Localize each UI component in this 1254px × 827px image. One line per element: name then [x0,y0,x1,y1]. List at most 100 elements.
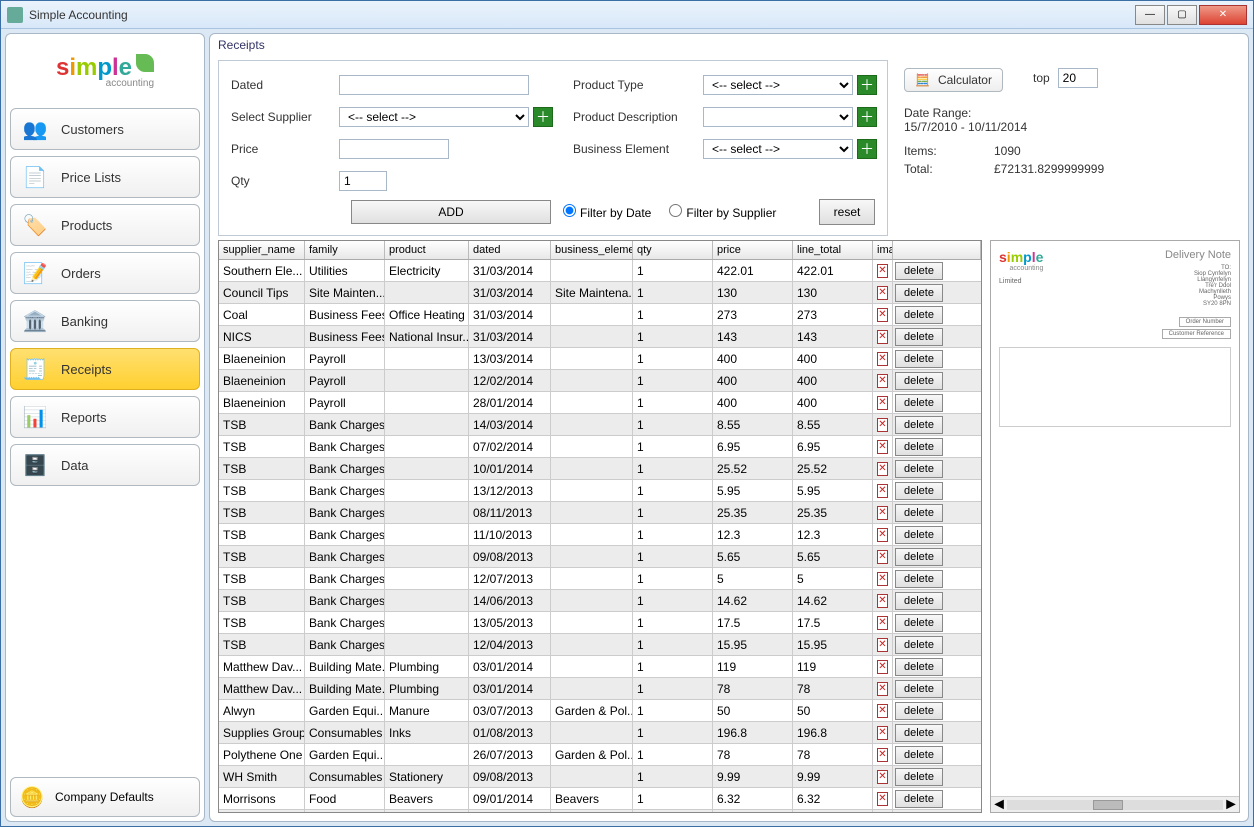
maximize-button[interactable]: ▢ [1167,5,1197,25]
top-input[interactable] [1058,68,1098,88]
supplier-select[interactable]: <-- select --> [339,107,529,127]
column-header[interactable]: dated [469,241,551,259]
filter-by-date-radio[interactable]: Filter by Date [563,204,651,220]
grid-body[interactable]: Southern Ele...UtilitiesElectricity31/03… [219,260,981,812]
table-row[interactable]: TSBBank Charges14/06/2013114.6214.62✕del… [219,590,981,612]
table-row[interactable]: BlaeneinionPayroll28/01/20141400400✕dele… [219,392,981,414]
table-row[interactable]: Supplies GroupConsumablesInks01/08/20131… [219,722,981,744]
price-input[interactable] [339,139,449,159]
delete-icon[interactable]: ✕ [877,792,888,806]
delete-button[interactable]: delete [895,350,943,368]
product-type-select[interactable]: <-- select --> [703,75,853,95]
sidebar-item-receipts[interactable]: 🧾Receipts [10,348,200,390]
table-row[interactable]: TSBBank Charges07/02/201416.956.95✕delet… [219,436,981,458]
close-button[interactable]: ✕ [1199,5,1247,25]
table-row[interactable]: Matthew Dav...Building Mate...Plumbing03… [219,656,981,678]
table-row[interactable]: TSBBank Charges11/10/2013112.312.3✕delet… [219,524,981,546]
delete-button[interactable]: delete [895,438,943,456]
table-row[interactable]: NICSBusiness FeesNational Insur...31/03/… [219,326,981,348]
delete-button[interactable]: delete [895,592,943,610]
delete-button[interactable]: delete [895,680,943,698]
delete-icon[interactable]: ✕ [877,682,888,696]
scroll-left-icon[interactable]: ◄ [991,796,1007,814]
table-row[interactable]: TSBBank Charges09/08/201315.655.65✕delet… [219,546,981,568]
filter-by-supplier-radio[interactable]: Filter by Supplier [669,204,776,220]
delete-button[interactable]: delete [895,262,943,280]
table-row[interactable]: MorrisonsFoodBeavers28/08/2013Beavers114… [219,810,981,812]
delete-button[interactable]: delete [895,504,943,522]
delete-icon[interactable]: ✕ [877,748,888,762]
business-element-select[interactable]: <-- select --> [703,139,853,159]
delete-button[interactable]: delete [895,570,943,588]
delete-icon[interactable]: ✕ [877,484,888,498]
delete-button[interactable]: delete [895,658,943,676]
delete-button[interactable]: delete [895,460,943,478]
table-row[interactable]: TSBBank Charges13/12/201315.955.95✕delet… [219,480,981,502]
delete-button[interactable]: delete [895,702,943,720]
table-row[interactable]: WH SmithConsumablesStationery09/08/20131… [219,766,981,788]
delete-icon[interactable]: ✕ [877,594,888,608]
sidebar-item-orders[interactable]: 📝Orders [10,252,200,294]
delete-icon[interactable]: ✕ [877,462,888,476]
delete-icon[interactable]: ✕ [877,374,888,388]
delete-icon[interactable]: ✕ [877,396,888,410]
qty-stepper[interactable] [339,171,387,191]
table-row[interactable]: BlaeneinionPayroll13/03/20141400400✕dele… [219,348,981,370]
table-row[interactable]: AlwynGarden Equi...Manure03/07/2013Garde… [219,700,981,722]
delete-button[interactable]: delete [895,614,943,632]
delete-icon[interactable]: ✕ [877,286,888,300]
delete-button[interactable]: delete [895,526,943,544]
titlebar[interactable]: Simple Accounting — ▢ ✕ [1,1,1253,29]
delete-button[interactable]: delete [895,724,943,742]
column-header[interactable]: business_eleme [551,241,633,259]
column-header[interactable]: supplier_name [219,241,305,259]
delete-icon[interactable]: ✕ [877,660,888,674]
delete-button[interactable]: delete [895,790,943,808]
delete-button[interactable]: delete [895,416,943,434]
reset-button[interactable]: reset [819,199,875,225]
delete-button[interactable]: delete [895,306,943,324]
company-defaults-button[interactable]: 🪙 Company Defaults [10,777,200,817]
table-row[interactable]: Southern Ele...UtilitiesElectricity31/03… [219,260,981,282]
column-header[interactable]: ima [873,241,893,259]
column-header[interactable]: price [713,241,793,259]
table-row[interactable]: BlaeneinionPayroll12/02/20141400400✕dele… [219,370,981,392]
delete-icon[interactable]: ✕ [877,506,888,520]
column-header[interactable]: family [305,241,385,259]
sidebar-item-products[interactable]: 🏷️Products [10,204,200,246]
scroll-right-icon[interactable]: ► [1223,796,1239,814]
add-button[interactable]: ADD [351,200,551,224]
minimize-button[interactable]: — [1135,5,1165,25]
sidebar-item-customers[interactable]: 👥Customers [10,108,200,150]
table-row[interactable]: CoalBusiness FeesOffice Heating31/03/201… [219,304,981,326]
table-row[interactable]: TSBBank Charges10/01/2014125.5225.52✕del… [219,458,981,480]
delete-icon[interactable]: ✕ [877,352,888,366]
delete-icon[interactable]: ✕ [877,726,888,740]
delete-button[interactable]: delete [895,548,943,566]
delete-icon[interactable]: ✕ [877,330,888,344]
delete-button[interactable]: delete [895,284,943,302]
delete-button[interactable]: delete [895,768,943,786]
add-product-desc-button[interactable]: ＋ [857,107,877,127]
delete-icon[interactable]: ✕ [877,550,888,564]
table-row[interactable]: Polythene OneGarden Equi...26/07/2013Gar… [219,744,981,766]
column-header[interactable]: product [385,241,469,259]
delete-icon[interactable]: ✕ [877,704,888,718]
table-row[interactable]: TSBBank Charges13/05/2013117.517.5✕delet… [219,612,981,634]
delete-button[interactable]: delete [895,746,943,764]
table-row[interactable]: TSBBank Charges12/07/2013155✕delete [219,568,981,590]
column-header[interactable]: qty [633,241,713,259]
dated-input[interactable] [339,75,529,95]
delete-button[interactable]: delete [895,482,943,500]
table-row[interactable]: TSBBank Charges08/11/2013125.3525.35✕del… [219,502,981,524]
delete-button[interactable]: delete [895,394,943,412]
delete-button[interactable]: delete [895,372,943,390]
product-desc-select[interactable] [703,107,853,127]
table-row[interactable]: MorrisonsFoodBeavers09/01/2014Beavers16.… [219,788,981,810]
add-business-element-button[interactable]: ＋ [857,139,877,159]
sidebar-item-data[interactable]: 🗄️Data [10,444,200,486]
delete-button[interactable]: delete [895,812,943,813]
table-row[interactable]: TSBBank Charges14/03/201418.558.55✕delet… [219,414,981,436]
sidebar-item-pricelists[interactable]: 📄Price Lists [10,156,200,198]
table-row[interactable]: Council TipsSite Mainten...31/03/2014Sit… [219,282,981,304]
